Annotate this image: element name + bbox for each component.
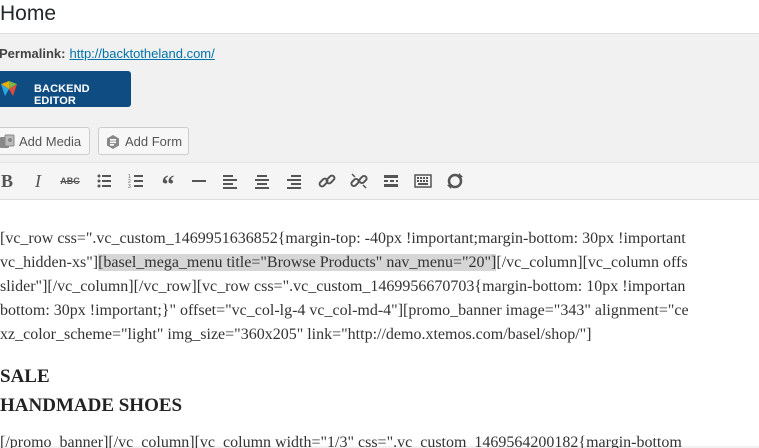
read-more-icon[interactable] (379, 169, 403, 193)
bullet-list-icon[interactable] (92, 169, 116, 193)
bold-icon[interactable]: B (0, 169, 19, 193)
italic-icon[interactable]: I (26, 169, 50, 193)
numbered-list-icon[interactable]: 123 (124, 169, 148, 193)
permalink-link[interactable]: http://backtotheland.com/ (69, 46, 214, 61)
blockquote-icon[interactable]: “ (156, 169, 180, 199)
content-line-3: slider"][/vc_column][/vc_row][vc_row css… (0, 278, 686, 295)
backend-editor-button[interactable]: BACKEND EDITOR (0, 71, 131, 107)
strikethrough-icon[interactable]: ABC (58, 169, 82, 193)
form-icon (105, 134, 121, 150)
title-area: Home (0, 0, 759, 34)
content-line-1: [vc_row css=".vc_custom_1469951636852{ma… (0, 230, 686, 247)
add-form-button[interactable]: Add Form (98, 127, 189, 155)
heading-handmade-shoes: HANDMADE SHOES (0, 395, 183, 416)
fullscreen-icon[interactable] (443, 169, 467, 193)
add-media-button[interactable]: Add Media (0, 127, 90, 155)
horizontal-line-icon[interactable] (187, 169, 211, 193)
editor-toolbar: B I ABC 123 “ (0, 163, 759, 200)
svg-text:3: 3 (128, 184, 131, 190)
backend-editor-label: BACKEND EDITOR (34, 83, 90, 107)
content-line-2: vc_hidden-xs"][basel_mega_menu title="Br… (0, 254, 688, 271)
content-line-4: bottom: 30px !important;}" offset="vc_co… (0, 302, 689, 319)
editor-area: B I ABC 123 “ [vc_row css=".vc_custom_14… (0, 162, 759, 448)
align-right-icon[interactable] (282, 169, 306, 193)
permalink-label: Permalink: (0, 46, 66, 61)
content-line-5: xz_color_scheme="light" img_size="360x20… (0, 326, 592, 343)
toolbar-toggle-icon[interactable] (411, 169, 435, 193)
add-media-label: Add Media (19, 134, 82, 149)
wpbakery-logo-icon (0, 80, 18, 98)
permalink-row: Permalink: http://backtotheland.com/ (0, 46, 215, 61)
align-left-icon[interactable] (218, 169, 242, 193)
content-line-partial: [/promo_banner][/vc_column][vc_column wi… (0, 434, 682, 448)
unlink-icon[interactable] (347, 169, 371, 193)
editor-content[interactable]: [vc_row css=".vc_custom_1469951636852{ma… (0, 227, 759, 347)
heading-sale: SALE (0, 366, 50, 387)
selected-text: [basel_mega_menu title="Browse Products"… (98, 254, 497, 271)
align-center-icon[interactable] (250, 169, 274, 193)
link-icon[interactable] (315, 169, 339, 193)
media-icon (0, 134, 15, 150)
page-title-input[interactable]: Home (0, 2, 56, 26)
add-form-label: Add Form (125, 134, 183, 149)
